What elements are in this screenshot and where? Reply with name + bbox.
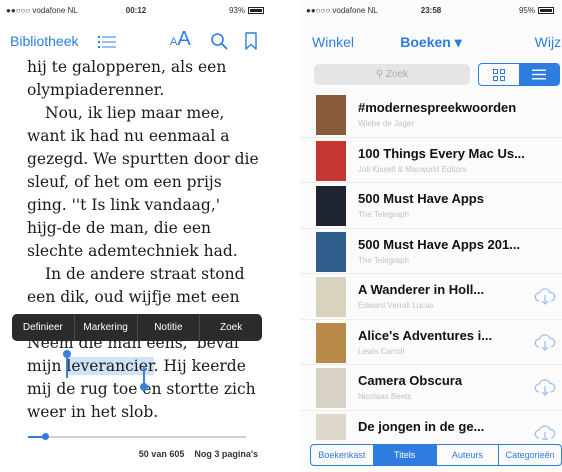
page-number: 50 van 605 — [138, 449, 185, 459]
battery-percent: 93% — [228, 6, 245, 15]
pages-remaining: Nog 3 pagina's — [194, 449, 258, 459]
tab-authors[interactable]: Auteurs — [437, 445, 500, 465]
book-cover — [316, 322, 346, 363]
cloud-download-icon[interactable] — [534, 423, 556, 441]
book-title: De jongen in de ge... — [358, 418, 485, 434]
search-icon: ⚲ — [375, 69, 386, 80]
list-view-button[interactable] — [519, 64, 559, 85]
selection-context-menu: Definieer Markering Notitie Zoek — [12, 314, 262, 341]
library-screen: ●●○○○ vodafone NL 23:58 95% Winkel Boeke… — [300, 0, 562, 472]
cloud-download-icon[interactable] — [534, 286, 556, 306]
view-mode-toggle — [478, 63, 560, 86]
paragraph: In de andere straat stond een dik, oud w… — [27, 265, 245, 306]
define-menu-item[interactable]: Definieer — [12, 314, 75, 341]
battery-icon — [538, 7, 554, 14]
battery-icon — [248, 7, 264, 14]
book-cover — [316, 231, 346, 272]
battery-indicator: 95% — [519, 6, 554, 15]
battery-percent: 95% — [518, 6, 535, 15]
bookmark-icon[interactable] — [244, 32, 258, 50]
book-row[interactable]: 500 Must Have Apps 201... The Telegraph — [300, 229, 562, 274]
book-title: Camera Obscura — [358, 373, 463, 388]
edit-button[interactable]: Wijzig — [535, 34, 562, 50]
book-title: 500 Must Have Apps 201... — [358, 236, 521, 252]
book-cover — [316, 368, 346, 408]
book-row[interactable]: Camera Obscura Nicolaas Beets — [300, 365, 562, 411]
battery-indicator: 93% — [229, 6, 264, 15]
tab-categories[interactable]: Categorieën — [499, 445, 561, 465]
note-menu-item[interactable]: Notitie — [138, 314, 201, 341]
book-row[interactable]: Alice's Adventures i... Lewis Carroll — [300, 320, 562, 365]
search-menu-item[interactable]: Zoek — [200, 314, 262, 341]
book-title: A Wanderer in Holl... — [358, 282, 485, 297]
page-scrubber[interactable] — [28, 433, 246, 440]
book-cover — [316, 413, 346, 440]
book-cover — [316, 140, 346, 181]
highlight-menu-item[interactable]: Markering — [75, 314, 138, 341]
search-row: ⚲ Zoek — [300, 62, 562, 88]
book-row[interactable]: 100 Things Every Mac Us... Joli Kissell &… — [300, 138, 562, 183]
book-row[interactable]: A Wanderer in Holl... Edward Verrall Luca… — [300, 274, 562, 320]
search-placeholder: Zoek — [385, 69, 409, 80]
library-nav-bar: Winkel Boeken ▾ Wijzig — [300, 24, 562, 58]
reader-screen: ●●○○○ vodafone NL 00:12 93% Bibliotheek … — [0, 0, 272, 472]
library-button[interactable]: Bibliotheek — [10, 33, 79, 49]
selection-start-bar — [66, 356, 68, 378]
library-tabs: Boekenkast Titels Auteurs Categorieën — [310, 444, 562, 466]
cloud-download-icon[interactable] — [534, 377, 556, 397]
paragraph: Nou, ik liep maar mee, want ik had nu ee… — [27, 104, 259, 260]
book-list[interactable]: #modernespreekwoorden Wiebe de Jager 100 T… — [300, 92, 562, 440]
paragraph: hij te galopperen, als een olympiaderenn… — [27, 58, 227, 99]
grid-view-button[interactable] — [479, 64, 519, 85]
page-info: 50 van 605 Nog 3 pagina's — [0, 449, 258, 459]
book-cover — [316, 277, 346, 317]
status-bar: ●●○○○ vodafone NL 23:58 95% — [300, 4, 562, 20]
book-author: Wiebe de Jager — [358, 119, 415, 128]
book-author: The Telegraph — [358, 255, 409, 265]
grid-icon — [493, 68, 505, 81]
font-size-large-label: A — [177, 28, 191, 50]
book-title: #modernespreekwoorden — [358, 100, 517, 115]
list-icon — [532, 69, 546, 80]
status-bar: ●●○○○ vodafone NL 00:12 93% — [0, 4, 272, 20]
book-cover — [316, 95, 346, 135]
book-author: Nicolaas Beets — [358, 392, 412, 401]
book-title: 500 Must Have Apps — [358, 191, 484, 206]
book-author: Joli Kissell & Macworld Editors — [358, 164, 467, 174]
book-author: Lewis Carroll — [358, 346, 405, 356]
reader-toolbar: Bibliotheek AA — [0, 24, 272, 58]
selected-word[interactable]: leverancier — [66, 357, 154, 375]
book-row[interactable]: #modernespreekwoorden Wiebe de Jager — [300, 92, 562, 138]
cloud-download-icon[interactable] — [534, 332, 556, 352]
book-author: The Telegraph — [358, 210, 409, 219]
search-field[interactable]: ⚲ Zoek — [314, 64, 470, 85]
font-size-button[interactable]: AA — [170, 28, 191, 51]
tab-titles[interactable]: Titels — [373, 445, 437, 465]
collection-picker[interactable]: Boeken ▾ — [300, 34, 562, 51]
book-title: 100 Things Every Mac Us... — [358, 145, 525, 161]
search-icon[interactable] — [210, 32, 228, 50]
scrubber-knob[interactable] — [42, 433, 50, 440]
book-row[interactable]: De jongen in de ge... — [300, 411, 562, 441]
selection-end-handle[interactable] — [140, 383, 148, 391]
book-title: Alice's Adventures i... — [358, 327, 493, 343]
book-author: Edward Verrall Lucas — [358, 301, 434, 310]
book-cover — [316, 186, 346, 226]
table-of-contents-icon[interactable] — [98, 35, 116, 49]
tab-bookshelf[interactable]: Boekenkast — [311, 445, 374, 465]
book-row[interactable]: 500 Must Have Apps The Telegraph — [300, 183, 562, 229]
